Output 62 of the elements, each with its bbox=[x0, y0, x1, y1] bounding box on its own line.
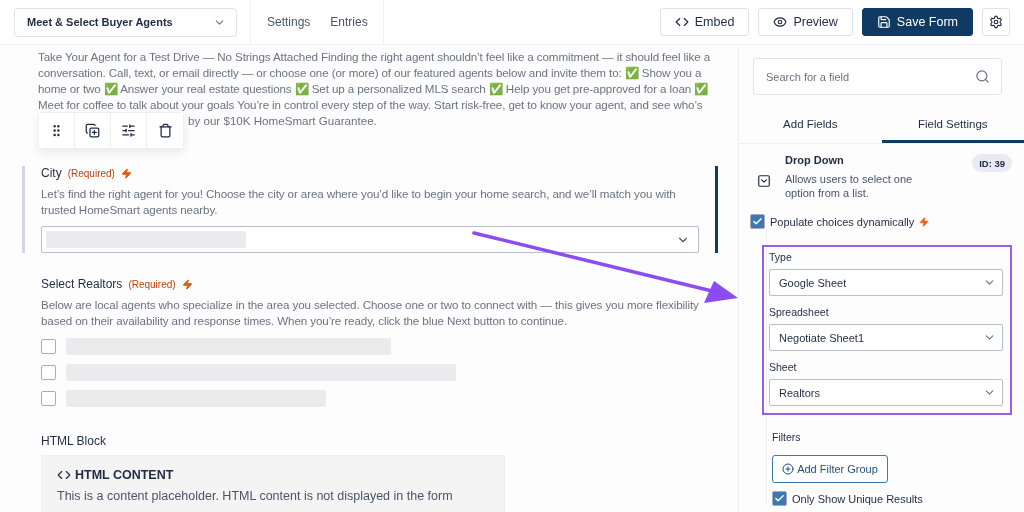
select-field[interactable]: Google Sheet bbox=[769, 269, 1003, 296]
select-label: Type bbox=[769, 251, 793, 263]
field-type-name: Drop Down bbox=[785, 154, 845, 166]
checkbox-label: Only Show Unique Results bbox=[792, 492, 923, 505]
duplicate-button[interactable] bbox=[75, 113, 111, 148]
drag-handle[interactable] bbox=[39, 113, 75, 148]
plus-circle-icon bbox=[782, 463, 795, 475]
tab[interactable]: Add Fields bbox=[739, 107, 882, 143]
filters-label: Filters bbox=[772, 431, 802, 443]
settings-button[interactable] bbox=[111, 113, 147, 148]
bolt-icon bbox=[919, 216, 930, 227]
settings-icon bbox=[989, 15, 1003, 29]
save-button[interactable]: Save Form bbox=[861, 8, 973, 36]
checkbox-label: Populate choices dynamically bbox=[770, 215, 915, 228]
select-field[interactable]: Realtors bbox=[769, 379, 1003, 406]
checkbox[interactable] bbox=[772, 491, 787, 506]
id-badge: ID: 39 bbox=[972, 154, 1012, 172]
search-icon bbox=[975, 69, 990, 84]
intro-text: by our $10K HomeSmart Guarantee. bbox=[188, 113, 378, 129]
field-label: HTML Block bbox=[41, 434, 106, 448]
html-body-text: This is a content placeholder. HTML content is not displayed in the form bbox=[57, 488, 454, 505]
delete-button[interactable] bbox=[147, 113, 183, 148]
select-label: Spreadsheet bbox=[769, 306, 830, 318]
intro-text: conversation. Call, text, or email directly — or choose one (or more) of our featured agents below and invite them to: ✅ Show you a bbox=[38, 65, 703, 81]
field-type-description: Allows users to select one option from a list. bbox=[785, 172, 914, 200]
checkbox[interactable] bbox=[41, 365, 56, 380]
required-label: (Required) bbox=[67, 167, 115, 179]
nav-link[interactable]: Settings bbox=[267, 15, 311, 29]
checkbox[interactable] bbox=[41, 339, 56, 354]
check-icon bbox=[774, 493, 785, 504]
checkbox[interactable] bbox=[41, 391, 56, 406]
search-field[interactable]: Search for a field bbox=[753, 58, 1002, 95]
preview-button[interactable]: Preview bbox=[758, 8, 853, 36]
field-label: Select Realtors bbox=[41, 277, 123, 291]
bolt-icon bbox=[181, 278, 193, 290]
trash-icon bbox=[157, 123, 173, 138]
dropdown-icon bbox=[757, 174, 771, 188]
embed-button[interactable]: Embed bbox=[659, 8, 750, 36]
checkbox[interactable] bbox=[750, 214, 765, 229]
field-label: City bbox=[41, 166, 62, 180]
select-field[interactable]: Negotiate Sheet1 bbox=[769, 324, 1003, 351]
code-icon bbox=[674, 15, 689, 29]
code-icon bbox=[57, 468, 71, 482]
add-filter-group-button[interactable]: Add Filter Group bbox=[772, 455, 888, 483]
sliders-icon bbox=[121, 123, 136, 138]
html-heading: HTML CONTENT bbox=[75, 468, 174, 482]
eye-icon bbox=[773, 15, 788, 29]
bolt-icon bbox=[120, 167, 132, 179]
select-label: Sheet bbox=[769, 361, 798, 373]
copy-plus-icon bbox=[85, 123, 100, 138]
check-icon bbox=[752, 216, 763, 227]
settings-button[interactable] bbox=[982, 8, 1010, 36]
intro-text: Take Your Agent for a Test Drive — No Strings Attached Finding the right agent shouldn’t feel like a commitment — it should feel like a bbox=[38, 49, 711, 65]
intro-text: home or two ✅ Answer your real estate questions ✅ Set up a personalized MLS search ✅ Help you get pre-approved for a loan ✅ bbox=[38, 81, 710, 97]
required-label: (Required) bbox=[128, 278, 176, 290]
tab[interactable]: Field Settings bbox=[881, 107, 1024, 143]
field-description: Let’s find the right agent for you! Choose the city or area where you’d like to begin your home search, and we’ll match you with trusted HomeSmart agents nearby. bbox=[41, 186, 677, 218]
form-select[interactable]: Meet & Select Buyer Agents bbox=[14, 7, 237, 37]
intro-text: Meet for coffee to talk about your goals You’re in control every step of the way. Start risk-free, get to know your agent, and see who’s bbox=[38, 97, 704, 113]
selected-field[interactable]: City (Required) Let’s find the right agent for you! Choose the city or area where you’d like to begin your home search, and we’ll match you with trusted HomeSmart agents nearby. bbox=[22, 166, 718, 253]
nav-link[interactable]: Entries bbox=[330, 15, 368, 29]
field-description: Below are local agents who specialize in the area you selected. Choose one or two to connect with — this gives you more flexibility based on their availability and response times. When you’re ready, click the blue Next button to continue. bbox=[41, 297, 700, 329]
